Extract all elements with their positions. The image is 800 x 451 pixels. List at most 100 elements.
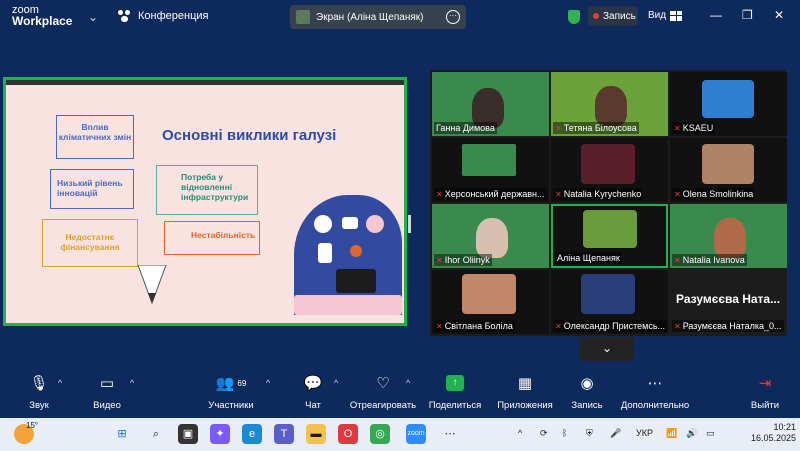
participant-name: Разумєєва Наталка_0... xyxy=(682,321,782,331)
file-explorer-icon[interactable]: ▬ xyxy=(306,424,326,444)
participant-name: KSAEU xyxy=(682,123,714,133)
participant-tile[interactable]: ✕ Olena Smolinkina xyxy=(670,138,787,202)
muted-mic-icon: ✕ xyxy=(436,255,443,265)
audio-button[interactable]: 🎙 Звук xyxy=(4,372,74,411)
active-speaker-tile[interactable]: Аліна Щепаняк xyxy=(551,204,668,268)
participant-tile[interactable]: ✕ Тетяна Білоусова xyxy=(551,72,668,136)
record-button[interactable]: Запись xyxy=(588,6,638,26)
edge-icon[interactable]: e xyxy=(242,424,262,444)
shared-screen: Основні виклики галузі Вплив кліматичних… xyxy=(3,77,407,326)
close-icon[interactable]: ✕ xyxy=(774,8,784,22)
react-options-caret[interactable]: ^ xyxy=(406,378,410,388)
weather-temp: 15° xyxy=(26,421,39,430)
exit-icon: ⇥ xyxy=(758,375,772,392)
task-view-icon[interactable]: ▣ xyxy=(178,424,198,444)
more-button[interactable]: ⋯ Дополнительно xyxy=(620,372,690,411)
participant-tile[interactable]: ✕ Ihor Oliinyk xyxy=(432,204,549,268)
participants-label: Участники xyxy=(208,400,254,411)
conference-info-button[interactable]: Конференция xyxy=(118,10,208,22)
participant-tile[interactable]: ✕ Херсонський державн... xyxy=(432,138,549,202)
shield-tray-icon[interactable]: ⛨ xyxy=(586,428,593,439)
participant-name: Тетяна Білоусова xyxy=(563,123,637,133)
participant-name: Херсонський державн... xyxy=(444,189,545,199)
copilot-icon[interactable]: ✦ xyxy=(210,424,230,444)
participant-tile[interactable]: Ганна Димова xyxy=(432,72,549,136)
volume-icon[interactable]: 🔊 xyxy=(686,428,697,439)
security-shield-icon[interactable] xyxy=(568,10,580,24)
record-icon: ◉ xyxy=(580,375,594,392)
participant-tile[interactable]: Разумєєва Ната... ✕ Разумєєва Наталка_0..… xyxy=(670,270,787,334)
participant-name: Olena Smolinkina xyxy=(682,189,754,199)
participants-options-caret[interactable]: ^ xyxy=(266,378,270,388)
brand-line2: Workplace xyxy=(12,14,73,28)
view-button[interactable]: Вид xyxy=(648,10,683,21)
screen-share-label: Экран (Аліна Щепаняк) xyxy=(316,11,424,23)
chrome-icon[interactable]: ◎ xyxy=(370,424,390,444)
teams-icon[interactable]: T xyxy=(274,424,294,444)
participant-tile[interactable]: ✕ Олександр Пристемсь... xyxy=(551,270,668,334)
participants-button[interactable]: 👥 69 Участники xyxy=(196,372,266,411)
clock-time: 10:21 xyxy=(773,422,796,432)
participant-name: Ганна Димова xyxy=(434,122,497,134)
wifi-icon[interactable]: 📶 xyxy=(666,428,677,439)
audio-options-caret[interactable]: ^ xyxy=(58,378,62,388)
audio-label: Звук xyxy=(29,400,49,411)
clock[interactable]: 10:21 16.05.2025 xyxy=(740,422,796,444)
participant-tile[interactable]: ✕ KSAEU xyxy=(670,72,787,136)
resize-handle[interactable] xyxy=(408,215,411,233)
weather-icon[interactable]: 15° xyxy=(14,421,38,444)
screen-share-indicator[interactable]: Экран (Аліна Щепаняк) ··· xyxy=(290,5,466,29)
video-options-caret[interactable]: ^ xyxy=(130,378,134,388)
record-toolbar-label: Запись xyxy=(571,400,603,411)
participant-name: Олександр Пристемсь... xyxy=(563,321,666,331)
more-label: Дополнительно xyxy=(620,400,690,411)
muted-mic-icon: ✕ xyxy=(555,123,562,133)
muted-mic-icon: ✕ xyxy=(674,255,681,265)
tray-overflow-icon[interactable]: ^ xyxy=(518,428,522,438)
chevron-down-icon[interactable]: ⌄ xyxy=(88,10,98,24)
restore-icon[interactable]: ❐ xyxy=(742,8,753,22)
participant-name: Аліна Щепаняк xyxy=(555,252,622,264)
meeting-toolbar: 🎙 Звук ^ ▭ Видео ^ 👥 69 Участники ^ 💬 Чат… xyxy=(0,372,800,418)
bluetooth-icon[interactable]: ᛒ xyxy=(562,428,567,438)
conference-label: Конференция xyxy=(138,10,209,22)
slide-item-infrastructure: Потреба у відновленні інфраструктури xyxy=(156,165,258,215)
language-indicator[interactable]: УКР xyxy=(636,428,653,438)
chat-label: Чат xyxy=(305,400,321,411)
slide-item-climate: Вплив кліматичних змін xyxy=(56,115,134,159)
share-button[interactable]: ↑ Поделиться xyxy=(420,372,490,411)
gallery-scroll-down-button[interactable]: ⌄ xyxy=(580,337,634,361)
exit-button[interactable]: ⇥ Выйти xyxy=(730,372,800,411)
muted-mic-icon: ✕ xyxy=(555,321,562,331)
record-dot-icon xyxy=(593,13,599,19)
opera-icon[interactable]: O xyxy=(338,424,358,444)
participant-tile[interactable]: ✕ Natalia Kyrychenko xyxy=(551,138,668,202)
muted-mic-icon: 🎙 xyxy=(29,375,49,392)
windows-start-icon[interactable]: ⊞ xyxy=(112,424,132,444)
title-bar: zoom Workplace ⌄ Конференция Экран (Алін… xyxy=(0,0,800,36)
more-apps-icon[interactable]: ⋯ xyxy=(440,424,460,444)
apps-button[interactable]: ▦ Приложения xyxy=(490,372,560,411)
more-options-icon[interactable]: ··· xyxy=(446,10,460,24)
slide-item-funding: Недостатнє фінансування xyxy=(42,219,138,267)
screen-thumbnail-icon xyxy=(296,10,310,24)
windows-taskbar: 15° ⊞ ⌕ ▣ ✦ e T ▬ O ◎ zoom ⋯ ^ ⟳ ᛒ ⛨ 🎤 У… xyxy=(0,418,800,451)
zoom-taskbar-icon[interactable]: zoom xyxy=(406,424,426,444)
muted-mic-icon: ✕ xyxy=(674,321,681,331)
presentation-slide: Основні виклики галузі Вплив кліматичних… xyxy=(6,85,404,323)
participant-tile[interactable]: ✕ Світлана Боліла xyxy=(432,270,549,334)
zoom-logo: zoom Workplace xyxy=(12,5,73,28)
apps-label: Приложения xyxy=(497,400,553,411)
minimize-icon[interactable]: — xyxy=(710,8,722,22)
search-icon[interactable]: ⌕ xyxy=(146,424,166,444)
record-toolbar-button[interactable]: ◉ Запись xyxy=(552,372,622,411)
clock-date: 16.05.2025 xyxy=(750,433,796,443)
apps-icon: ▦ xyxy=(517,375,533,392)
sync-icon[interactable]: ⟳ xyxy=(540,428,548,439)
slide-item-instability: Нестабільність xyxy=(164,221,260,255)
participant-tile[interactable]: ✕ Natalia Ivanova xyxy=(670,204,787,268)
participant-name: Natalia Ivanova xyxy=(682,255,745,265)
chat-options-caret[interactable]: ^ xyxy=(334,378,338,388)
battery-icon[interactable]: ▭ xyxy=(706,428,715,439)
microphone-tray-icon[interactable]: 🎤 xyxy=(610,428,621,439)
